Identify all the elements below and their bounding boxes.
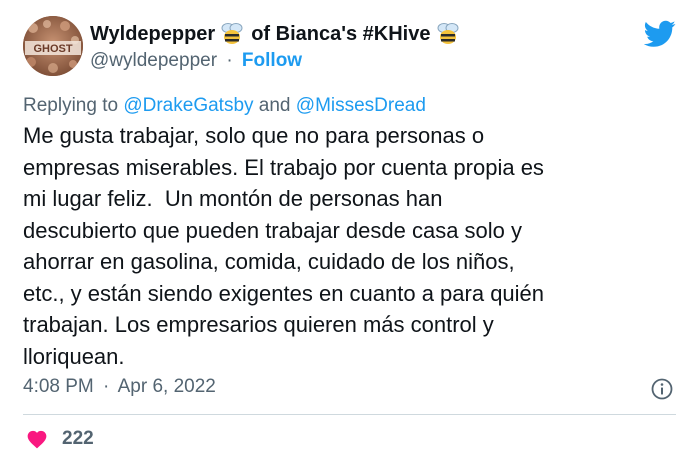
twitter-bird-icon[interactable] [644,20,676,48]
bee-emoji-icon [221,23,243,44]
tweet-line: trabajan. Los empresarios quieren más co… [23,312,494,337]
like-count: 222 [62,428,94,449]
tweet-text: Me gusta trabajar, solo que no para pers… [23,120,663,372]
reply-prefix: Replying to [23,95,119,116]
reply-context: Replying to @DrakeGatsby and @MissesDrea… [23,95,426,117]
avatar[interactable]: GHOST [23,16,83,76]
tweet-time: 4:08 PM [23,376,94,397]
tweet-date: Apr 6, 2022 [117,376,216,397]
tweet-line: descubierto que pueden trabajar desde ca… [23,217,523,243]
display-name[interactable]: Wyldepepper of Bianca's #KHive [90,22,461,46]
timestamp[interactable]: 4:08 PM · Apr 6, 2022 [23,376,216,398]
tweet-line: ahorrar en gasolina, comida, cuidado de … [23,249,515,274]
avatar-image: GHOST [23,16,83,76]
follow-button[interactable]: Follow [242,50,302,71]
divider [23,414,676,415]
separator-dot: · [103,376,110,397]
tweet-line: mi lugar feliz. Un montón de personas ha… [23,186,443,211]
user-handle[interactable]: @wyldepepper [90,50,217,71]
reply-conjunction: and [258,95,291,116]
tweet-line: empresas miserables. El trabajo por cuen… [23,154,544,180]
display-name-part1: Wyldepepper [90,22,216,45]
display-name-part2: of Bianca's #KHive [251,22,431,45]
bee-emoji-icon [437,23,458,44]
svg-text:GHOST: GHOST [33,43,72,55]
tweet-line: lloriquean. [23,343,125,369]
info-icon[interactable] [651,378,673,400]
tweet-line: etc., y están siendo exigentes en cuanto… [23,280,545,306]
handle-row: @wyldepepper · Follow [90,50,302,72]
heart-icon[interactable] [26,429,48,449]
tweet-line: Me gusta trabajar, solo que no para pers… [23,123,485,148]
separator-dot: · [226,50,233,71]
like-row[interactable]: 222 [26,428,94,450]
mention-link[interactable]: @DrakeGatsby [123,95,253,116]
mention-link[interactable]: @MissesDread [296,95,426,116]
